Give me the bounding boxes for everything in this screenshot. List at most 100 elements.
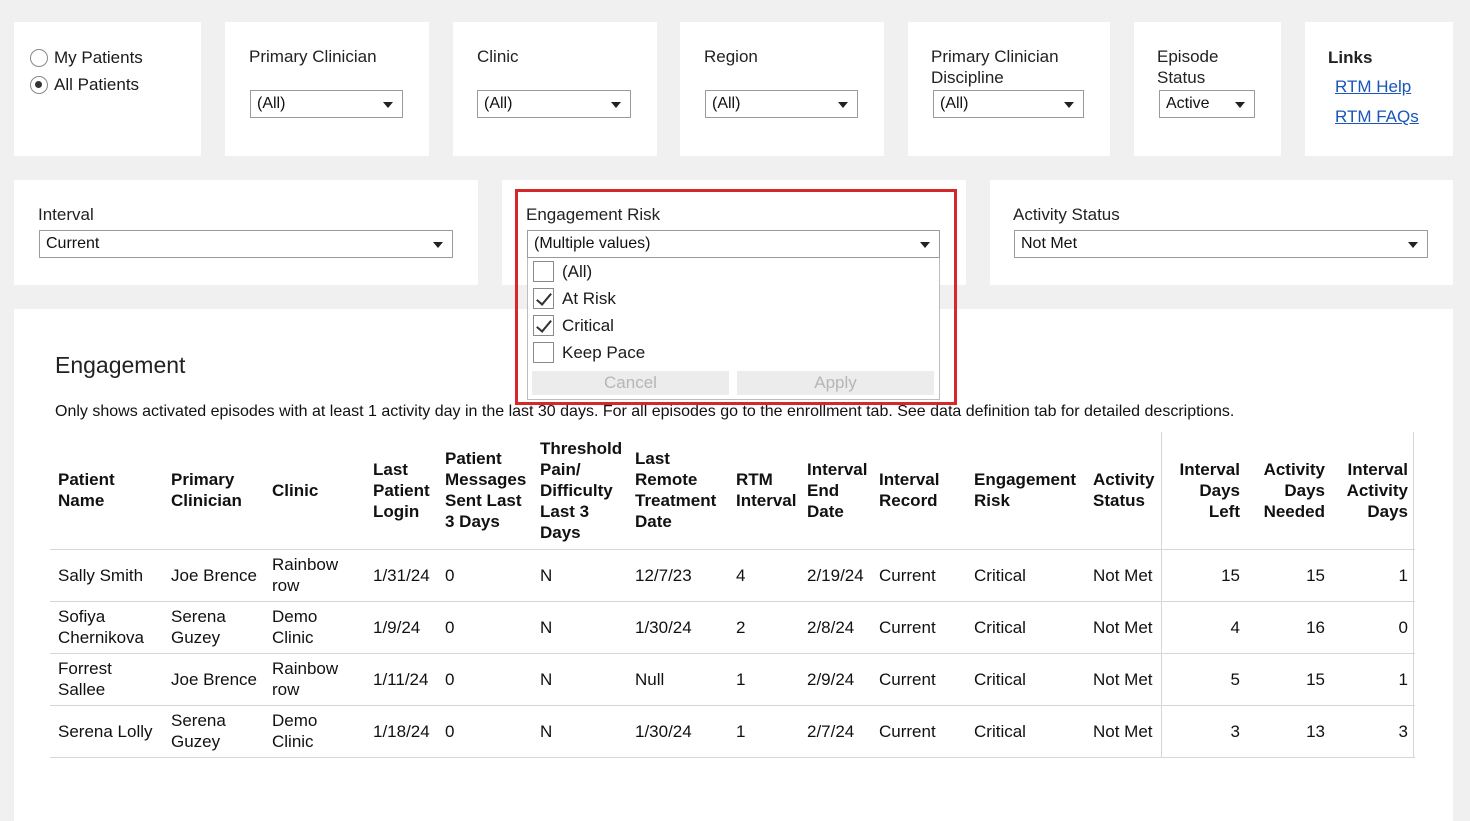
table-cell: Current [879, 617, 936, 637]
column-header[interactable]: Engagement [974, 469, 1076, 490]
table-cell: N [540, 565, 553, 585]
table-cell: 5 [1230, 669, 1240, 689]
region-label: Region [704, 47, 758, 66]
column-header[interactable]: Last [373, 459, 408, 480]
radio-button[interactable] [30, 49, 48, 67]
column-header[interactable]: Interval [1330, 459, 1408, 480]
table-cell: Guzey [171, 628, 221, 647]
column-header[interactable]: Risk [974, 490, 1010, 511]
my-patients-radio[interactable]: My Patients [30, 48, 143, 68]
table-cell: 1/18/24 [373, 721, 430, 741]
column-header[interactable]: 3 Days [445, 511, 500, 532]
column-header[interactable]: Threshold [540, 438, 622, 459]
table-cell: Not Met [1093, 669, 1153, 689]
column-header[interactable]: Patient [58, 469, 115, 490]
column-header[interactable]: Days [540, 522, 581, 543]
column-header[interactable]: Interval [879, 469, 939, 490]
column-header[interactable]: Messages [445, 469, 526, 490]
table-cell: 1 [736, 669, 746, 689]
table-cell: 1 [1398, 565, 1408, 585]
column-header[interactable]: Pain/ [540, 459, 581, 480]
column-header[interactable]: Record [879, 490, 938, 511]
rtm-help-link[interactable]: RTM Help [1335, 77, 1411, 97]
column-header[interactable]: Activity [1093, 469, 1154, 490]
column-header[interactable]: Last 3 [540, 501, 589, 522]
all-patients-label: All Patients [54, 75, 140, 94]
column-header[interactable]: Days [1330, 501, 1408, 522]
column-header[interactable]: Activity [1248, 459, 1325, 480]
table-cell: Guzey [171, 732, 221, 751]
column-header[interactable]: Clinic [272, 480, 318, 501]
column-header[interactable]: End [807, 480, 839, 501]
table-cell: Not Met [1093, 565, 1153, 585]
interval-select[interactable]: Current [39, 230, 453, 258]
table-cell: Current [879, 669, 936, 689]
column-header[interactable]: Login [373, 501, 419, 522]
column-header[interactable]: Interval [1164, 459, 1240, 480]
column-header[interactable]: Patient [373, 480, 430, 501]
column-header[interactable]: Days [1164, 480, 1240, 501]
table-cell: 2/8/24 [807, 617, 855, 637]
rtm-faqs-link[interactable]: RTM FAQs [1335, 107, 1419, 127]
column-header[interactable]: Activity [1330, 480, 1408, 501]
section-description: Only shows activated episodes with at le… [55, 403, 1235, 420]
table-cell: 1/30/24 [635, 721, 692, 741]
column-header[interactable]: Sent Last [445, 490, 522, 511]
table-cell: Rainbow [272, 659, 339, 678]
episode-status-select[interactable]: Active [1159, 90, 1255, 118]
column-header[interactable]: Needed [1248, 501, 1325, 522]
chevron-down-icon [611, 102, 621, 108]
table-cell: Joe Brence [171, 669, 257, 689]
column-header[interactable]: Interval [807, 459, 867, 480]
table-cell: Not Met [1093, 721, 1153, 741]
column-header[interactable]: Difficulty [540, 480, 613, 501]
table-cell: 15 [1306, 669, 1325, 689]
table-cell: Null [635, 669, 665, 689]
column-header[interactable]: Last [635, 448, 670, 469]
activity-status-select[interactable]: Not Met [1014, 230, 1428, 258]
column-header[interactable]: Date [635, 511, 672, 532]
column-header[interactable]: Days [1248, 480, 1325, 501]
table-cell: 4 [736, 565, 746, 585]
all-patients-radio[interactable]: All Patients [30, 75, 139, 95]
section-title: Engagement [55, 352, 186, 378]
table-cell: 3 [1398, 721, 1408, 741]
column-header[interactable]: Clinician [171, 490, 242, 511]
primary-clinician-card [225, 22, 429, 156]
column-header[interactable]: Date [807, 501, 844, 522]
table-cell: 0 [445, 617, 455, 637]
column-header[interactable]: Status [1093, 490, 1145, 511]
table-cell: 1/11/24 [373, 669, 429, 689]
table-cell: row [272, 576, 300, 595]
table-cell: 0 [445, 721, 455, 741]
column-header[interactable]: Patient [445, 448, 502, 469]
region-select[interactable]: (All) [705, 90, 858, 118]
table-cell: Demo [272, 607, 318, 626]
column-header[interactable]: Left [1164, 501, 1240, 522]
table-cell: 0 [1398, 617, 1408, 637]
episode-status-card [1134, 22, 1281, 156]
column-header[interactable]: Name [58, 490, 104, 511]
table-cell: Sally Smith [58, 565, 144, 585]
chevron-down-icon [1064, 102, 1074, 108]
header-divider [50, 549, 1415, 550]
chevron-down-icon [433, 242, 443, 248]
clinic-select[interactable]: (All) [477, 90, 631, 118]
table-cell: Clinic [272, 628, 314, 647]
column-header[interactable]: Treatment [635, 490, 716, 511]
column-header[interactable]: RTM [736, 469, 773, 490]
table-cell: 15 [1221, 565, 1240, 585]
table-cell: N [540, 669, 553, 689]
table-cell: Serena [171, 711, 226, 730]
table-cell: Forrest [58, 659, 112, 678]
radio-button-selected[interactable] [30, 76, 48, 94]
column-header[interactable]: Remote [635, 469, 697, 490]
column-header[interactable]: Primary [171, 469, 234, 490]
primary-clinician-select[interactable]: (All) [250, 90, 403, 118]
table-cell: N [540, 721, 553, 741]
discipline-select[interactable]: (All) [933, 90, 1084, 118]
column-header[interactable]: Interval [736, 490, 796, 511]
table-cell: 1/9/24 [373, 617, 421, 637]
table-cell: N [540, 617, 553, 637]
table-cell: 16 [1306, 617, 1325, 637]
